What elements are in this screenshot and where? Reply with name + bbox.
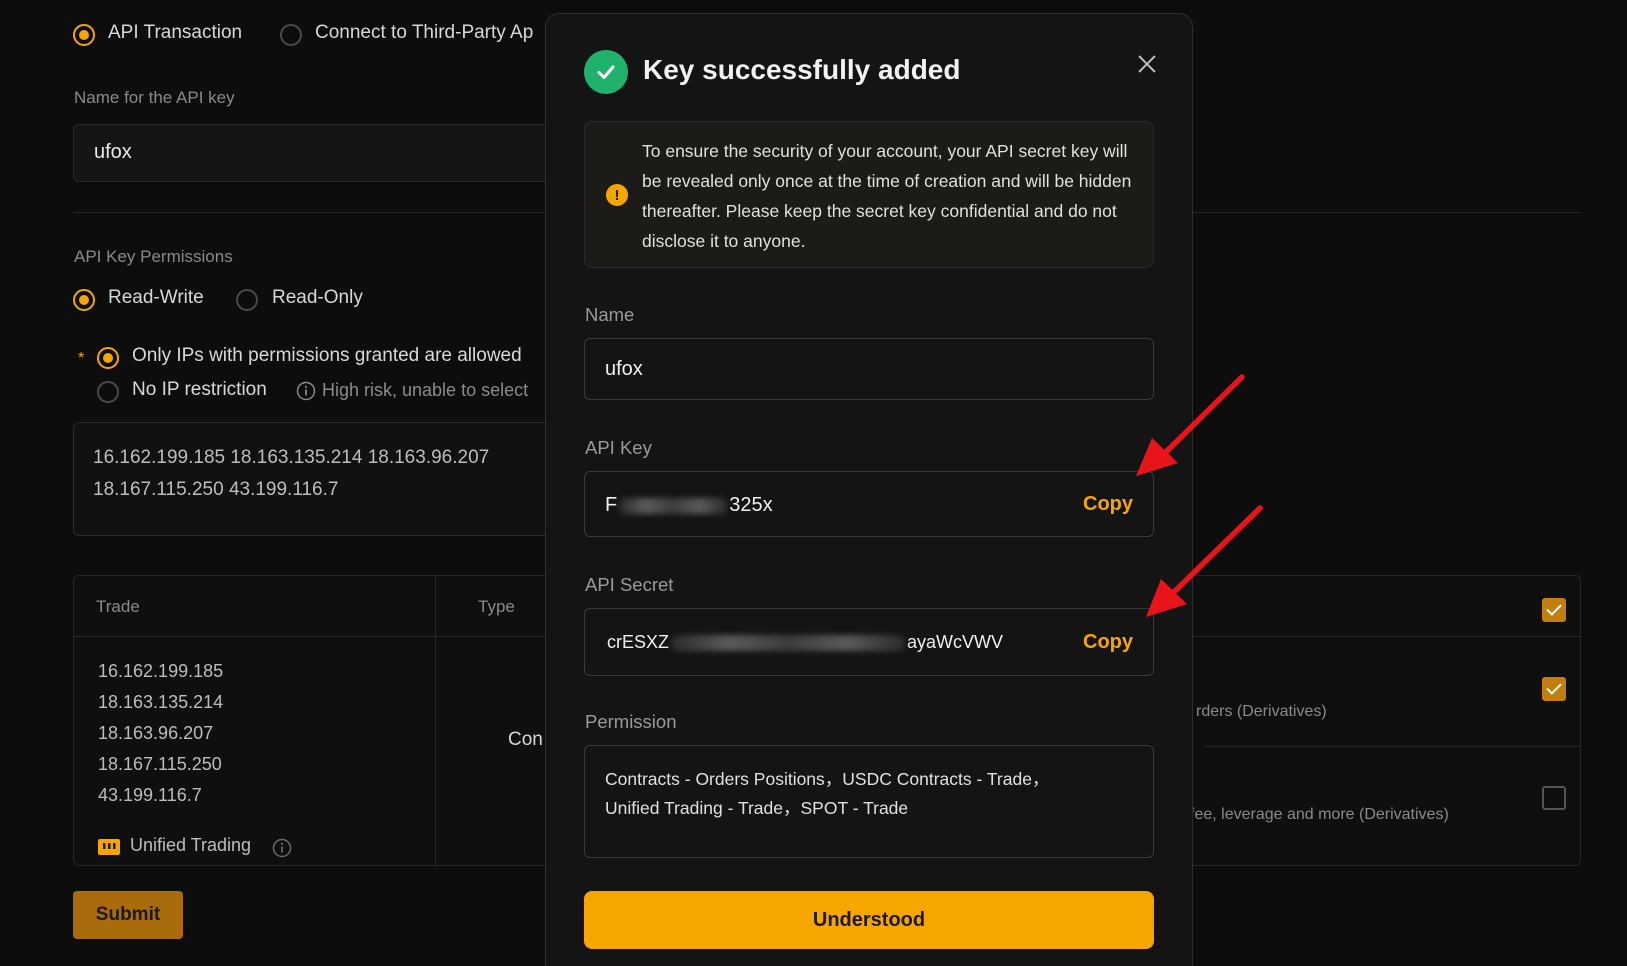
annotation-arrow bbox=[1136, 374, 1245, 476]
annotation-overlay bbox=[1136, 374, 1263, 617]
annotation-arrow bbox=[1146, 505, 1263, 617]
